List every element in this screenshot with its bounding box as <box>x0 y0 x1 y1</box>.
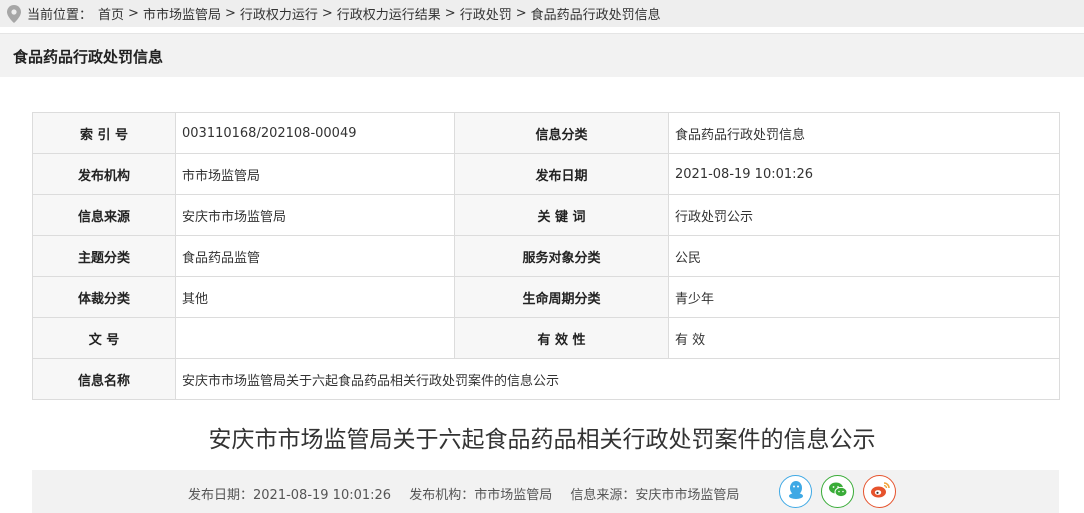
metadata-table: 索 引 号 003110168/202108-00049 信息分类 食品药品行政… <box>32 112 1060 400</box>
section-header: 食品药品行政处罚信息 <box>0 33 1084 77</box>
breadcrumb-penalty[interactable]: 行政处罚 <box>460 4 512 23</box>
audience-label: 服务对象分类 <box>454 235 669 277</box>
source-value: 安庆市市场监管局 <box>175 194 455 236</box>
footer-date: 发布日期：2021-08-19 10:01:26 <box>188 488 392 503</box>
lifecycle-label: 生命周期分类 <box>454 276 669 318</box>
topic-label: 主题分类 <box>32 235 176 277</box>
breadcrumb-current[interactable]: 食品药品行政处罚信息 <box>531 4 661 23</box>
keyword-label: 关 键 词 <box>454 194 669 236</box>
audience-value: 公民 <box>668 235 1060 277</box>
wechat-icon <box>828 481 848 503</box>
docno-label: 文 号 <box>32 317 176 359</box>
table-row: 发布机构 市市场监管局 发布日期 2021-08-19 10:01:26 <box>32 153 1060 195</box>
category-value: 食品药品行政处罚信息 <box>668 112 1060 154</box>
keyword-value: 行政处罚公示 <box>668 194 1060 236</box>
topic-value: 食品药品监管 <box>175 235 455 277</box>
table-row: 索 引 号 003110168/202108-00049 信息分类 食品药品行政… <box>32 112 1060 154</box>
footer-source: 信息来源：安庆市市场监管局 <box>570 488 740 503</box>
breadcrumb-separator: > <box>321 6 333 21</box>
breadcrumb-separator: > <box>515 6 527 21</box>
date-label: 发布日期 <box>454 153 669 195</box>
validity-label: 有 效 性 <box>454 317 669 359</box>
article-meta: 发布日期：2021-08-19 10:01:26 发布机构：市市场监管局 信息来… <box>188 484 739 503</box>
breadcrumb-admin-power[interactable]: 行政权力运行 <box>240 4 318 23</box>
article-info-bar: 发布日期：2021-08-19 10:01:26 发布机构：市市场监管局 信息来… <box>32 470 1059 513</box>
docno-value <box>175 317 455 359</box>
publisher-value: 市市场监管局 <box>175 153 455 195</box>
name-label: 信息名称 <box>32 358 176 400</box>
lifecycle-value: 青少年 <box>668 276 1060 318</box>
breadcrumb: 当前位置： 首页 > 市市场监管局 > 行政权力运行 > 行政权力运行结果 > … <box>0 0 1084 27</box>
breadcrumb-bureau[interactable]: 市市场监管局 <box>143 4 221 23</box>
category-label: 信息分类 <box>454 112 669 154</box>
breadcrumb-separator: > <box>224 6 236 21</box>
genre-value: 其他 <box>175 276 455 318</box>
table-row: 信息名称 安庆市市场监管局关于六起食品药品相关行政处罚案件的信息公示 <box>32 358 1060 400</box>
footer-publisher: 发布机构：市市场监管局 <box>409 488 553 503</box>
index-label: 索 引 号 <box>32 112 176 154</box>
table-row: 信息来源 安庆市市场监管局 关 键 词 行政处罚公示 <box>32 194 1060 236</box>
table-row: 主题分类 食品药品监管 服务对象分类 公民 <box>32 235 1060 277</box>
source-label: 信息来源 <box>32 194 176 236</box>
breadcrumb-separator: > <box>128 6 139 21</box>
genre-label: 体裁分类 <box>32 276 176 318</box>
weibo-share-button[interactable] <box>863 475 896 508</box>
date-value: 2021-08-19 10:01:26 <box>668 153 1060 195</box>
breadcrumb-admin-results[interactable]: 行政权力运行结果 <box>337 4 441 23</box>
table-row: 文 号 有 效 性 有 效 <box>32 317 1060 359</box>
weibo-icon <box>870 481 890 503</box>
breadcrumb-separator: > <box>444 6 456 21</box>
wechat-share-button[interactable] <box>821 475 854 508</box>
breadcrumb-home[interactable]: 首页 <box>98 4 124 23</box>
section-title: 食品药品行政处罚信息 <box>13 48 164 66</box>
table-row: 体裁分类 其他 生命周期分类 青少年 <box>32 276 1060 318</box>
name-value: 安庆市市场监管局关于六起食品药品相关行政处罚案件的信息公示 <box>175 358 1060 400</box>
publisher-label: 发布机构 <box>32 153 176 195</box>
breadcrumb-label: 当前位置： <box>27 8 93 23</box>
location-pin-icon <box>4 0 24 27</box>
qq-share-button[interactable] <box>779 475 812 508</box>
article-title: 安庆市市场监管局关于六起食品药品相关行政处罚案件的信息公示 <box>208 427 876 453</box>
index-value: 003110168/202108-00049 <box>175 112 455 154</box>
qq-icon <box>787 480 805 504</box>
validity-value: 有 效 <box>668 317 1060 359</box>
